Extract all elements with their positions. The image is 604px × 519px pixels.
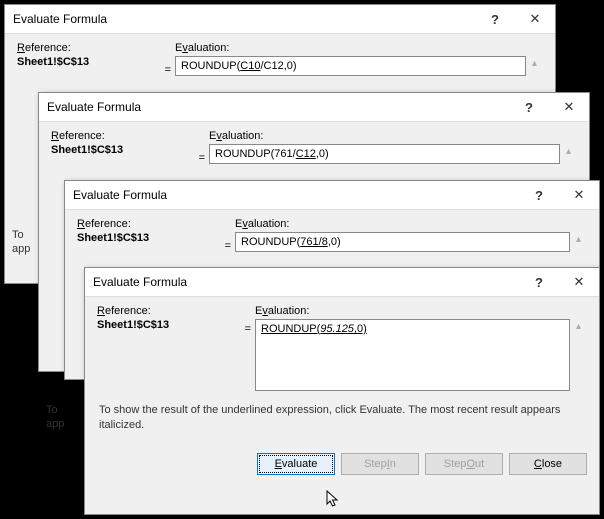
step-out-button: Step Out — [425, 453, 503, 475]
titlebar: Evaluate Formula ? ✕ — [39, 93, 589, 122]
button-row: Evaluate Step In Step Out Close — [85, 443, 599, 487]
step-in-button: Step In — [341, 453, 419, 475]
evaluation-box: ROUNDUP(761/C12,0) — [209, 144, 560, 164]
scroll-up-icon: ▴ — [570, 232, 587, 252]
reference-label: Reference: — [51, 130, 191, 142]
evaluation-box: ROUNDUP(95.125,0) — [255, 319, 570, 391]
close-button[interactable]: Close — [509, 453, 587, 475]
close-icon[interactable]: ✕ — [549, 93, 589, 121]
reference-value: Sheet1!$C$13 — [97, 319, 237, 331]
equals-sign: = — [217, 237, 235, 252]
scroll-up-icon: ▴ — [560, 144, 577, 164]
evaluation-box: ROUNDUP(761/8,0) — [235, 232, 570, 252]
help-icon[interactable]: ? — [519, 268, 559, 296]
reference-label: Reference: — [97, 305, 237, 317]
titlebar: Evaluate Formula ? ✕ — [5, 5, 555, 34]
equals-sign: = — [191, 149, 209, 164]
dialog-title: Evaluate Formula — [73, 188, 519, 202]
close-icon[interactable]: ✕ — [559, 268, 599, 296]
evaluation-label: Evaluation: — [209, 130, 577, 142]
help-icon[interactable]: ? — [519, 181, 559, 209]
equals-sign: = — [237, 320, 255, 391]
close-icon[interactable]: ✕ — [559, 181, 599, 209]
hint-truncated-2: To app — [46, 403, 86, 432]
dialog-title: Evaluate Formula — [47, 100, 509, 114]
equals-sign: = — [157, 61, 175, 76]
titlebar: Evaluate Formula ? ✕ — [65, 181, 599, 210]
evaluate-formula-dialog-4: Evaluate Formula ? ✕ Reference: Sheet1!$… — [84, 267, 600, 515]
hint-text: To show the result of the underlined exp… — [99, 403, 585, 433]
close-icon[interactable]: ✕ — [515, 5, 555, 33]
scroll-up-icon: ▴ — [570, 319, 587, 391]
reference-value: Sheet1!$C$13 — [17, 56, 157, 68]
evaluate-button[interactable]: Evaluate — [257, 453, 335, 475]
help-icon[interactable]: ? — [509, 93, 549, 121]
evaluation-label: Evaluation: — [255, 305, 587, 317]
evaluation-label: Evaluation: — [235, 218, 587, 230]
reference-value: Sheet1!$C$13 — [77, 232, 217, 244]
reference-value: Sheet1!$C$13 — [51, 144, 191, 156]
evaluation-box: ROUNDUP(C10/C12,0) — [175, 56, 526, 76]
reference-label: Reference: — [77, 218, 217, 230]
reference-label: Reference: — [17, 42, 157, 54]
dialog-title: Evaluate Formula — [13, 12, 475, 26]
help-icon[interactable]: ? — [475, 5, 515, 33]
evaluation-label: Evaluation: — [175, 42, 543, 54]
titlebar: Evaluate Formula ? ✕ — [85, 268, 599, 297]
scroll-up-icon: ▴ — [526, 56, 543, 76]
dialog-title: Evaluate Formula — [93, 275, 519, 289]
